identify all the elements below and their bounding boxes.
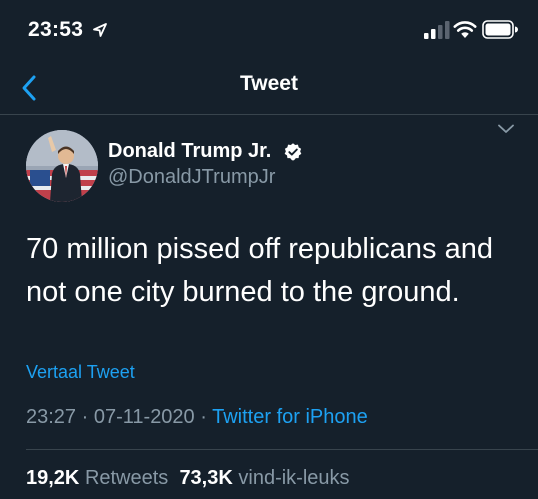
retweets-stat[interactable]: 19,2K Retweets	[26, 467, 168, 489]
chevron-down-icon[interactable]	[496, 122, 516, 136]
likes-count: 73,3K	[179, 467, 233, 489]
location-arrow-icon	[93, 23, 107, 37]
tweet-stats: 19,2K Retweets 73,3K vind-ik-leuks	[26, 467, 350, 490]
meta-separator: ·	[81, 406, 89, 428]
author-name[interactable]: Donald Trump Jr.	[108, 140, 271, 163]
verified-badge-icon	[284, 143, 302, 161]
likes-stat[interactable]: 73,3K vind-ik-leuks	[179, 467, 349, 489]
avatar-image	[26, 130, 98, 202]
avatar[interactable]	[26, 130, 98, 202]
author-handle[interactable]: @DonaldJTrumpJr	[108, 166, 275, 189]
wifi-icon	[453, 21, 477, 38]
retweets-count: 19,2K	[26, 467, 80, 489]
tweet-text: 70 million pissed off republicans and no…	[26, 233, 493, 308]
battery-icon	[482, 20, 518, 39]
tweet-date: 07-11-2020	[93, 406, 195, 428]
tweet-time: 23:27	[26, 406, 77, 428]
status-bar: 23:53	[0, 0, 538, 62]
tweet-meta: 23:27 · 07-11-2020 · Twitter for iPhone	[26, 406, 368, 429]
meta-separator: ·	[200, 406, 207, 428]
signal-icon	[424, 21, 450, 39]
translate-tweet-link[interactable]: Vertaal Tweet	[26, 362, 135, 383]
retweets-label: Retweets	[84, 467, 169, 489]
status-time: 23:53	[28, 18, 84, 41]
likes-label: vind-ik-leuks	[238, 467, 350, 489]
page-title: Tweet	[240, 72, 298, 95]
nav-bar: Tweet	[0, 62, 538, 115]
tweet-source-link[interactable]: Twitter for iPhone	[212, 406, 368, 428]
divider	[26, 449, 538, 450]
